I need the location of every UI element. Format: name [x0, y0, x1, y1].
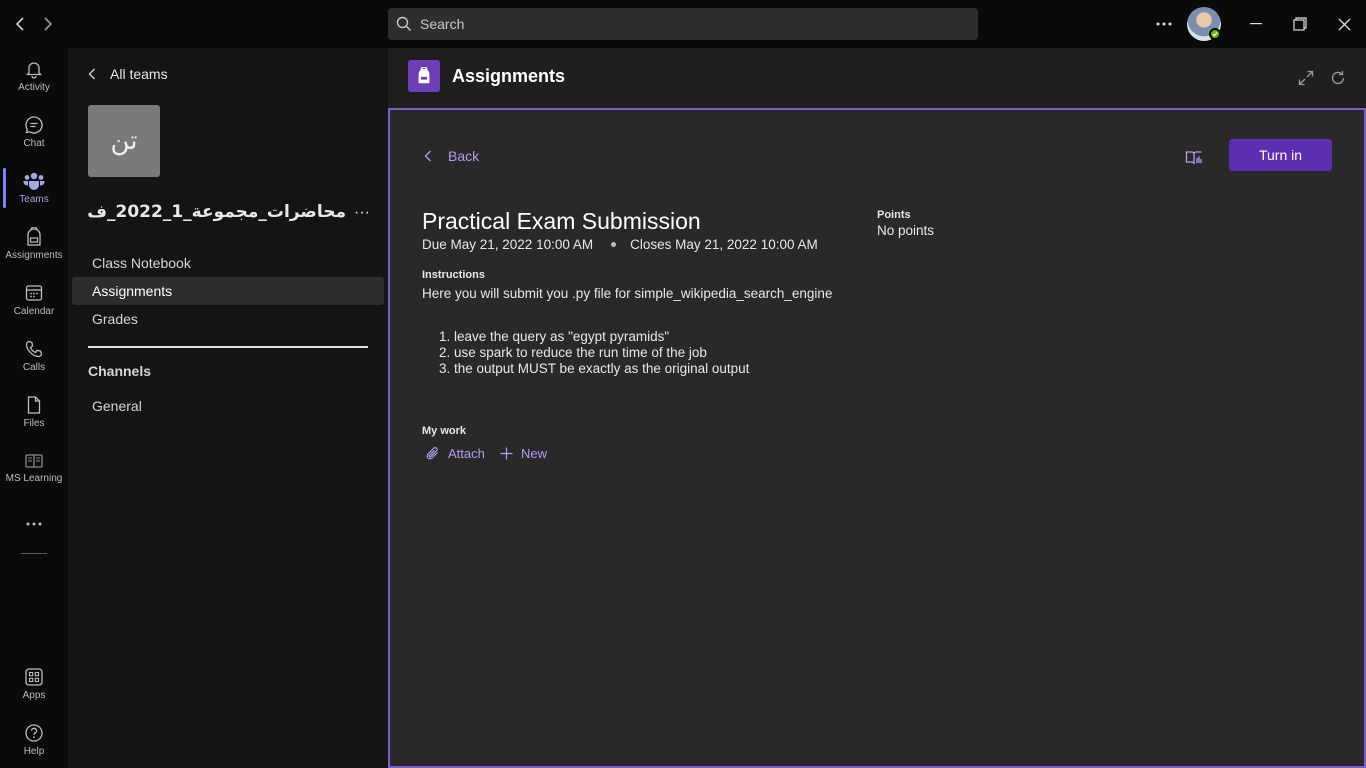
search-box[interactable] [388, 8, 978, 40]
refresh-icon[interactable] [1326, 66, 1350, 90]
rail-divider [21, 553, 47, 554]
teams-icon [23, 171, 45, 191]
attach-label: Attach [448, 446, 485, 461]
rail-item-teams[interactable]: Teams [0, 160, 68, 216]
turn-in-button[interactable]: Turn in [1229, 139, 1332, 171]
help-icon [24, 723, 44, 743]
assignment-detail: Back Turn in Practical Exam Submission D… [388, 108, 1366, 768]
instructions-label: Instructions [422, 269, 485, 281]
rail-item-assignments[interactable]: Assignments [0, 216, 68, 272]
rail-label: Help [23, 746, 45, 757]
attach-button[interactable]: Attach [426, 446, 485, 461]
search-input[interactable] [418, 15, 962, 33]
app-rail: Activity Chat Teams Assignments Calendar… [0, 48, 68, 768]
assignment-dates: Due May 21, 2022 10:00 AM Closes May 21,… [422, 237, 818, 252]
close-icon[interactable] [1330, 10, 1358, 38]
my-work-label: My work [422, 425, 467, 437]
channels-heading: Channels [88, 363, 152, 379]
presence-available-icon [1209, 28, 1221, 40]
paperclip-icon [426, 446, 440, 461]
rail-label: Calls [22, 362, 46, 373]
rail-label: Activity [18, 82, 50, 93]
phone-icon [24, 339, 44, 359]
rail-item-calendar[interactable]: Calendar [0, 272, 68, 328]
channel-general[interactable]: General [72, 392, 384, 420]
chat-icon [24, 115, 44, 135]
list-item: leave the query as "egypt pyramids" [454, 329, 749, 345]
new-label: New [521, 446, 548, 461]
team-panel: All teams تن محاضرات_مجموعة_1_2022_ف2_..… [68, 48, 388, 768]
all-teams-label: All teams [110, 66, 168, 82]
rail-label: MS Learning [5, 473, 63, 484]
rail-item-files[interactable]: Files [0, 384, 68, 440]
team-more-options[interactable]: ··· [350, 202, 374, 224]
minimize-icon[interactable] [1242, 10, 1270, 38]
search-icon [396, 16, 412, 32]
points-label: Points [877, 209, 911, 221]
team-name: محاضرات_مجموعة_1_2022_ف2_... [88, 202, 346, 222]
bell-icon [24, 59, 44, 79]
plus-icon [500, 447, 513, 460]
title-bar [0, 0, 1366, 48]
app-header: Assignments [388, 48, 1366, 108]
backpack-icon [24, 227, 44, 247]
due-date: Due May 21, 2022 10:00 AM [422, 237, 594, 252]
rail-label: Chat [23, 138, 45, 149]
tab-grades[interactable]: Grades [72, 305, 384, 333]
rail-item-calls[interactable]: Calls [0, 328, 68, 384]
rail-label: Files [23, 418, 45, 429]
more-horizontal-icon [26, 522, 42, 526]
book-icon [24, 452, 44, 470]
rail-item-activity[interactable]: Activity [0, 48, 68, 104]
panel-divider [88, 346, 368, 348]
back-arrow-icon[interactable] [10, 14, 30, 34]
rail-label: Assignments [5, 250, 63, 261]
rail-label: Teams [19, 194, 49, 205]
forward-arrow-icon[interactable] [38, 14, 58, 34]
immersive-reader-icon[interactable] [1182, 146, 1206, 170]
chevron-left-icon [424, 150, 432, 162]
points-value: No points [877, 223, 935, 238]
team-avatar: تن [88, 105, 160, 177]
list-item: the output MUST be exactly as the origin… [454, 361, 749, 377]
rail-item-chat[interactable]: Chat [0, 104, 68, 160]
assignment-title: Practical Exam Submission [422, 208, 701, 234]
chevron-left-icon [88, 68, 96, 80]
tab-class-notebook[interactable]: Class Notebook [72, 249, 384, 277]
page-title: Assignments [452, 66, 566, 86]
instructions-list: leave the query as "egypt pyramids" use … [422, 329, 749, 377]
rail-item-apps[interactable]: Apps [0, 656, 68, 712]
separator-dot [611, 242, 617, 247]
all-teams-link[interactable]: All teams [88, 66, 168, 82]
apps-icon [24, 667, 44, 687]
close-date: Closes May 21, 2022 10:00 AM [630, 237, 818, 252]
rail-label: Apps [22, 690, 46, 701]
file-icon [24, 395, 44, 415]
rail-item-help[interactable]: Help [0, 712, 68, 768]
back-button[interactable]: Back [424, 148, 479, 164]
assignments-app-icon [408, 60, 440, 92]
instructions-text: Here you will submit you .py file for si… [422, 286, 833, 301]
rail-more-apps[interactable] [0, 496, 68, 552]
back-label: Back [448, 148, 480, 164]
rail-item-ms-learning[interactable]: MS Learning [0, 440, 68, 496]
restore-icon[interactable] [1286, 10, 1314, 38]
rail-label: Calendar [13, 306, 55, 317]
expand-icon[interactable] [1294, 66, 1318, 90]
calendar-icon [24, 283, 44, 303]
more-options-icon[interactable] [1150, 10, 1178, 38]
new-button[interactable]: New [500, 446, 547, 461]
tab-assignments[interactable]: Assignments [72, 277, 384, 305]
list-item: use spark to reduce the run time of the … [454, 345, 749, 361]
